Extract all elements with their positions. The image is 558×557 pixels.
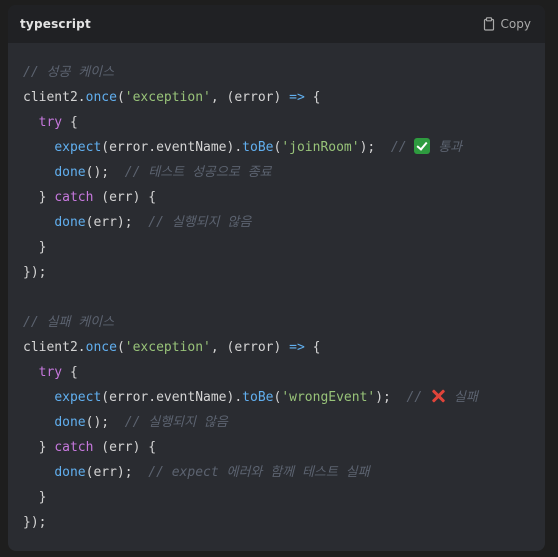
copy-label: Copy (500, 17, 531, 31)
code-line: done(err); // expect 에러와 함께 테스트 실패 (23, 460, 545, 485)
plain-text: (err) { (93, 440, 157, 455)
plain-text: } (38, 240, 47, 255)
copy-button[interactable]: Copy (483, 17, 531, 31)
check-mark-emoji (414, 138, 431, 154)
comment: // 실행되지 않음 (124, 415, 228, 430)
function-token: toBe (242, 390, 274, 405)
code-line: try { (23, 110, 545, 135)
comment: // 성공 케이스 (23, 65, 115, 80)
code-line: } (23, 485, 545, 510)
function-token: => (289, 90, 305, 105)
code-line: } (23, 235, 545, 260)
comment: // (390, 140, 415, 155)
plain-text: } (38, 440, 55, 455)
plain-text: , (error) (210, 340, 290, 355)
comment: // 테스트 성공으로 종료 (124, 165, 272, 180)
plain-text: ); (359, 140, 391, 155)
comment: // 실행되지 않음 (148, 215, 252, 230)
function-token: => (289, 340, 305, 355)
code-line: expect(error.eventName).toBe('wrongEvent… (23, 385, 545, 410)
code-content[interactable]: // 성공 케이스 client2.once('exception', (erro… (8, 43, 545, 535)
function-token: done (54, 215, 86, 230)
code-line: // 성공 케이스 (23, 60, 545, 85)
code-block: typescript Copy // 성공 케이스 client2.once('e… (8, 5, 545, 551)
plain-text: (); (85, 165, 125, 180)
code-line: done(); // 실행되지 않음 (23, 410, 545, 435)
code-line: }); (23, 510, 545, 535)
comment: 실패 (446, 390, 478, 405)
code-line: }); (23, 260, 545, 285)
comment: // expect 에러와 함께 테스트 실패 (148, 465, 370, 480)
code-line: client2.once('exception', (error) => { (23, 85, 545, 110)
comment: 통과 (430, 140, 463, 155)
code-line: expect(error.eventName).toBe('joinRoom')… (23, 135, 545, 160)
function-token: expect (54, 390, 102, 405)
code-line: done(); // 테스트 성공으로 종료 (23, 160, 545, 185)
plain-text: { (304, 340, 321, 355)
string-literal: 'joinRoom' (281, 140, 360, 155)
page-background: typescript Copy // 성공 케이스 client2.once('e… (0, 0, 558, 557)
plain-text: (err); (85, 465, 149, 480)
plain-text: { (62, 115, 78, 130)
code-line: try { (23, 360, 545, 385)
code-block-header: typescript Copy (8, 5, 545, 43)
plain-text: (); (85, 415, 125, 430)
string-literal: 'exception' (124, 340, 211, 355)
plain-text: ( (116, 90, 125, 105)
plain-text: client2. (23, 340, 86, 355)
plain-text: client2. (23, 90, 86, 105)
plain-text: { (304, 90, 321, 105)
keyword: try (38, 115, 63, 130)
plain-text: (err) { (93, 190, 157, 205)
keyword: try (38, 365, 63, 380)
function-token: expect (54, 140, 102, 155)
plain-text: } (38, 190, 55, 205)
function-token: toBe (242, 140, 274, 155)
keyword: catch (54, 190, 94, 205)
function-token: done (54, 165, 86, 180)
language-label: typescript (20, 17, 91, 31)
code-line: // 실패 케이스 (23, 310, 545, 335)
function-token: done (54, 415, 86, 430)
plain-text: }); (23, 515, 47, 530)
clipboard-icon (483, 17, 495, 31)
cross-mark-emoji (430, 388, 446, 404)
code-line: } catch (err) { (23, 185, 545, 210)
code-line: done(err); // 실행되지 않음 (23, 210, 545, 235)
plain-text: , (error) (210, 90, 290, 105)
function-token: once (85, 340, 117, 355)
plain-text: { (62, 365, 78, 380)
plain-text: ); (375, 390, 407, 405)
keyword: catch (54, 440, 94, 455)
string-literal: 'wrongEvent' (281, 390, 376, 405)
function-token: once (85, 90, 117, 105)
plain-text: (err); (85, 215, 149, 230)
plain-text: } (38, 490, 47, 505)
comment: // 실패 케이스 (23, 315, 115, 330)
plain-text: ( (116, 340, 125, 355)
plain-text: }); (23, 265, 47, 280)
function-token: done (54, 465, 86, 480)
code-line: client2.once('exception', (error) => { (23, 335, 545, 360)
plain-text: (error.eventName). (101, 140, 243, 155)
string-literal: 'exception' (124, 90, 211, 105)
code-line: } catch (err) { (23, 435, 545, 460)
comment: // (406, 390, 431, 405)
plain-text: (error.eventName). (101, 390, 243, 405)
